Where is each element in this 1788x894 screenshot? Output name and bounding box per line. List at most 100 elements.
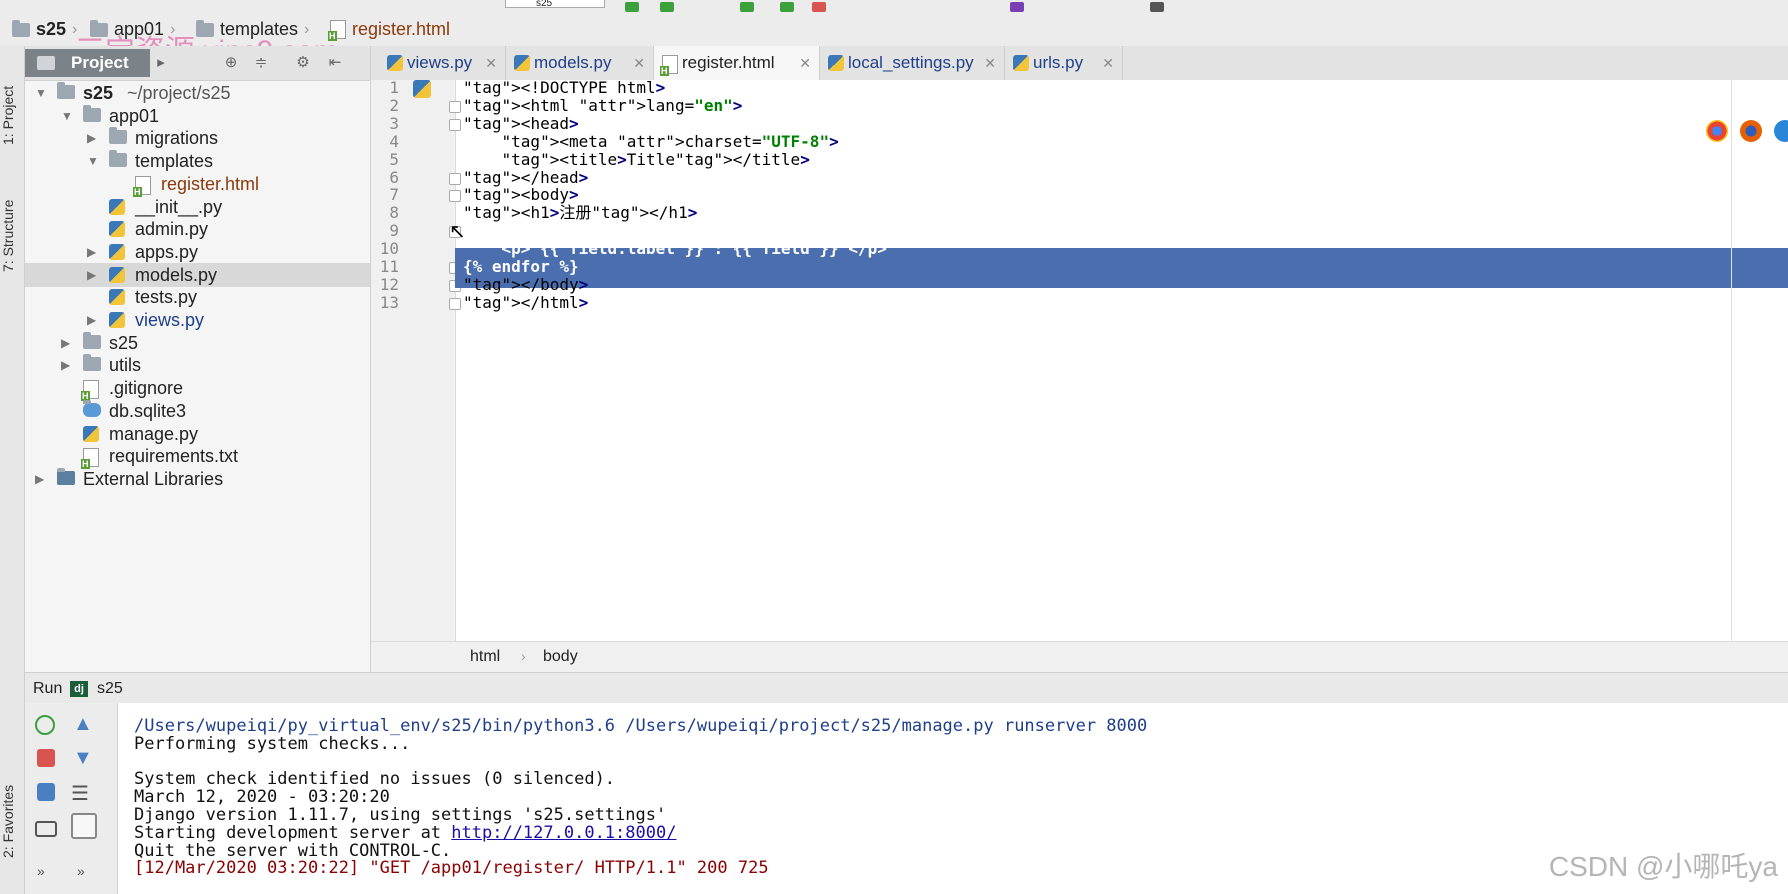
arrow-down-icon[interactable]: ▼ (73, 747, 93, 770)
fold-marker-icon[interactable] (449, 100, 461, 113)
tree-item[interactable]: manage.py (25, 422, 370, 446)
code-line: {% for field in form %} (463, 221, 685, 241)
close-icon[interactable]: ✕ (485, 46, 497, 80)
scroll-to-end-icon[interactable] (71, 813, 97, 839)
arrow-up-icon[interactable]: ▲ (73, 713, 93, 736)
collapse-icon[interactable]: ≑ (253, 55, 269, 71)
tab-register-html[interactable]: register.html✕ (654, 46, 820, 80)
gear-icon[interactable]: ⚙ (295, 55, 311, 71)
code-line: <p> {{ field.label }} : {{ field }} </p> (463, 239, 887, 259)
tree-item[interactable]: tests.py (25, 285, 370, 309)
debug-icon[interactable] (660, 2, 674, 12)
dropdown-icon[interactable]: ▸ (153, 55, 169, 71)
project-panel: Project ▸ ⊕ ≑ ⚙ ⇤ ▼ s25 ~/project/s25 ▼ app0… (25, 46, 371, 672)
line-number: 12 (379, 274, 399, 294)
tree-item[interactable]: ▶ migrations (25, 126, 370, 150)
code-editor[interactable]: 1 2 3 4 5 6 7 8 9 10 11 12 13 "tag"><!DOCTYPE html> "… (371, 79, 1788, 641)
tree-item-label: migrations (135, 128, 219, 149)
fold-marker-icon[interactable] (449, 172, 461, 185)
stop-icon[interactable] (37, 749, 55, 767)
tree-item[interactable]: register.html (25, 172, 370, 197)
vcs-icon[interactable] (1010, 2, 1024, 12)
python-file-icon (109, 221, 125, 238)
chevron-down-icon[interactable]: ▼ (61, 104, 73, 128)
tree-item[interactable]: ▶ s25 (25, 331, 370, 355)
python-console-icon[interactable] (413, 80, 431, 98)
chevron-right-icon[interactable]: ▶ (61, 331, 70, 355)
tab-views-py[interactable]: views.py ✕ (379, 46, 506, 80)
close-icon[interactable]: ✕ (984, 46, 996, 80)
chevron-right-icon[interactable]: ▶ (87, 240, 96, 264)
fold-marker-icon[interactable] (449, 297, 461, 310)
project-tool-tab[interactable]: 1: Project (0, 60, 24, 170)
close-icon[interactable]: ✕ (799, 46, 811, 80)
line-number: 2 (389, 95, 399, 115)
tree-item-label: db.sqlite3 (109, 400, 187, 421)
tree-item[interactable]: ▶ utils (25, 353, 370, 377)
tree-item[interactable]: ▼ s25 ~/project/s25 (25, 81, 370, 105)
tree-item[interactable]: db.sqlite3 (25, 399, 370, 423)
structure-breadcrumb: html › body (371, 641, 1788, 673)
tree-item-label: s25 (109, 332, 139, 353)
tab-local-settings-py[interactable]: local_settings.py ✕ (820, 46, 1005, 80)
tree-item[interactable]: .gitignore (25, 376, 370, 402)
profile-icon[interactable] (780, 2, 794, 12)
hide-icon[interactable]: ⇤ (327, 55, 343, 71)
chevron-right-icon[interactable]: ▶ (35, 467, 44, 491)
tab-urls-py[interactable]: urls.py ✕ (1005, 46, 1123, 80)
tree-item[interactable]: ▶ models.py (25, 262, 370, 287)
breadcrumb-html[interactable]: html (470, 648, 500, 666)
rerun-icon[interactable] (35, 715, 55, 735)
close-icon[interactable]: ✕ (1102, 46, 1114, 80)
breadcrumb-register-html[interactable]: register.html (328, 19, 450, 41)
chevron-right-icon[interactable]: ▶ (87, 263, 96, 287)
breadcrumb-body[interactable]: body (543, 648, 578, 666)
breadcrumb-s25[interactable]: s25 › (12, 19, 77, 40)
tree-item[interactable]: ▶ External Libraries (25, 467, 370, 491)
firefox-icon[interactable] (1740, 120, 1762, 142)
layout-icon[interactable] (35, 821, 57, 837)
close-icon[interactable]: ✕ (633, 46, 645, 80)
tree-item-label: app01 (109, 105, 160, 126)
chevron-right-icon[interactable]: ▶ (61, 353, 70, 377)
structure-tool-tab[interactable]: 7: Structure (0, 176, 24, 296)
stop-icon[interactable] (812, 2, 826, 12)
tree-item[interactable]: ▼ templates (25, 149, 370, 173)
server-link[interactable]: http://127.0.0.1:8000/ (451, 823, 676, 843)
locate-icon[interactable]: ⊕ (223, 55, 239, 71)
run-config-select[interactable]: s25 (505, 0, 605, 9)
tree-item[interactable]: admin.py (25, 217, 370, 241)
chevron-right-icon[interactable]: ▶ (87, 308, 96, 332)
tab-models-py[interactable]: models.py ✕ (506, 46, 654, 80)
tree-item-label: utils (109, 355, 142, 376)
coverage-icon[interactable] (740, 2, 754, 12)
line-number: 8 (389, 203, 399, 223)
chevron-down-icon[interactable]: ▼ (87, 149, 99, 173)
pause-icon[interactable] (37, 783, 55, 801)
chevron-down-icon[interactable]: ▼ (35, 81, 47, 105)
run-icon[interactable] (625, 2, 639, 12)
line-number: 3 (389, 113, 399, 133)
tree-item[interactable]: ▼ app01 (25, 104, 370, 128)
folder-icon (12, 19, 30, 37)
run-console[interactable]: /Users/wupeiqi/py_virtual_env/s25/bin/py… (118, 703, 1788, 894)
run-config-name[interactable]: s25 (97, 673, 123, 704)
tree-item[interactable]: requirements.txt (25, 444, 370, 470)
tree-item[interactable]: ▶ views.py (25, 308, 370, 332)
settings-icon[interactable] (1150, 2, 1164, 12)
fold-marker-icon[interactable] (449, 190, 461, 203)
fold-marker-icon[interactable] (449, 118, 461, 131)
tree-item[interactable]: __init__.py (25, 195, 370, 219)
more-icon[interactable]: » (37, 863, 45, 879)
soft-wrap-icon[interactable]: ☰ (71, 781, 89, 806)
line-number: 11 (379, 257, 399, 276)
chevron-right-icon[interactable]: ▶ (87, 126, 96, 150)
line-number: 7 (389, 185, 399, 205)
line-number: 4 (389, 131, 399, 151)
more-icon[interactable]: » (77, 863, 85, 879)
tree-item[interactable]: ▶ apps.py (25, 240, 370, 264)
favorites-tool-tab[interactable]: 2: Favorites (0, 766, 24, 876)
chrome-icon[interactable] (1706, 120, 1728, 142)
project-view-selector[interactable]: Project (25, 49, 150, 77)
folder-icon (83, 104, 101, 122)
